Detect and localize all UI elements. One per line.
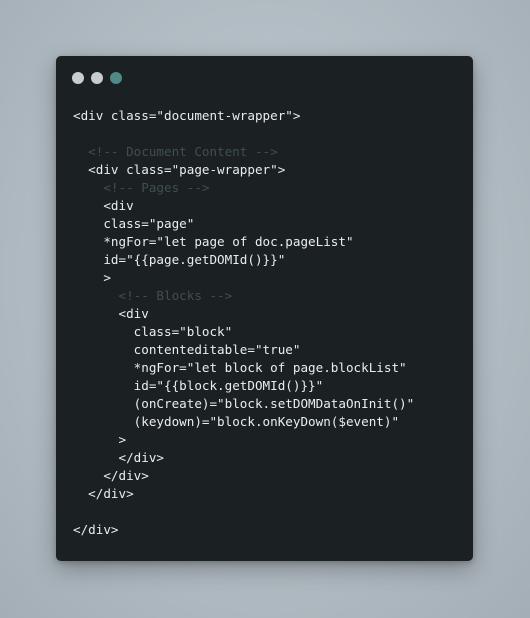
code-line: <div (73, 306, 149, 321)
code-line: <div class="document-wrapper"> (73, 108, 301, 123)
code-line: id="{{block.getDOMId()}}" (73, 378, 324, 393)
code-comment-line: <!-- Blocks --> (73, 288, 233, 303)
code-line: </div> (73, 522, 119, 537)
code-line: </div> (73, 468, 149, 483)
code-block: <div class="document-wrapper"> <!-- Docu… (73, 107, 414, 539)
code-line: *ngFor="let block of page.blockList" (73, 360, 407, 375)
maximize-dot-icon[interactable] (110, 72, 122, 84)
code-line: <div (73, 198, 134, 213)
minimize-dot-icon[interactable] (91, 72, 103, 84)
code-line: > (73, 432, 127, 447)
window-controls (72, 72, 122, 84)
code-line: *ngFor="let page of doc.pageList" (73, 234, 354, 249)
code-line: (keydown)="block.onKeyDown($event)" (73, 414, 400, 429)
code-line: class="page" (73, 216, 195, 231)
code-line: id="{{page.getDOMId()}}" (73, 252, 286, 267)
code-line: </div> (73, 486, 134, 501)
code-line: <div class="page-wrapper"> (73, 162, 286, 177)
code-line: </div> (73, 450, 164, 465)
code-line: contenteditable="true" (73, 342, 301, 357)
code-line: (onCreate)="block.setDOMDataOnInit()" (73, 396, 415, 411)
code-comment-line: <!-- Document Content --> (73, 144, 278, 159)
code-comment-line: <!-- Pages --> (73, 180, 210, 195)
close-dot-icon[interactable] (72, 72, 84, 84)
code-window: <div class="document-wrapper"> <!-- Docu… (56, 56, 473, 561)
code-line: > (73, 270, 111, 285)
code-line: class="block" (73, 324, 233, 339)
